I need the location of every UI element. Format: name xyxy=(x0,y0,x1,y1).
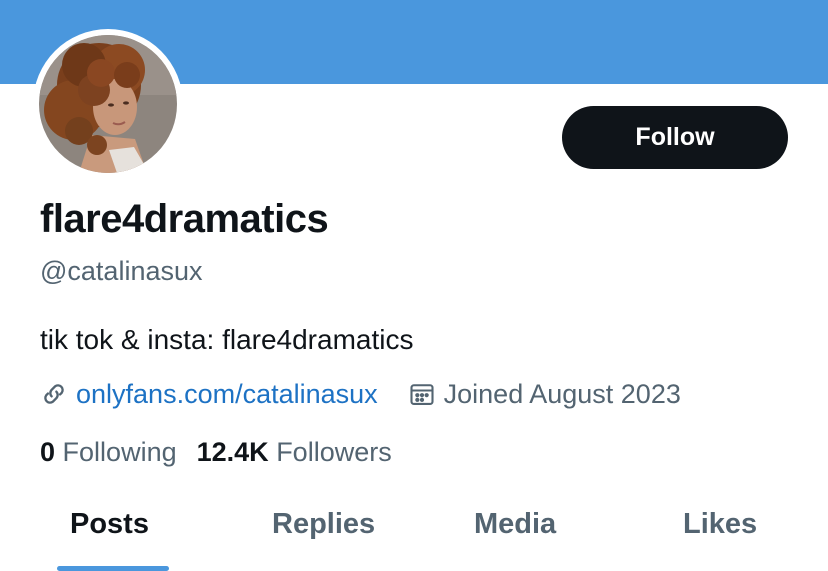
link-icon xyxy=(40,380,68,408)
followers-count: 12.4K xyxy=(196,437,269,467)
following-label: Following xyxy=(62,437,177,467)
profile-link[interactable]: onlyfans.com/catalinasux xyxy=(76,379,378,410)
following-stat[interactable]: 0 Following xyxy=(40,434,177,470)
tab-media[interactable]: Media xyxy=(474,508,556,541)
follow-button[interactable]: Follow xyxy=(562,106,788,169)
joined-label: Joined August 2023 xyxy=(443,378,681,409)
profile-tabs: Posts Replies Media Likes xyxy=(0,486,828,571)
followers-stat[interactable]: 12.4K Followers xyxy=(197,434,392,470)
joined-date: Joined August 2023 xyxy=(408,379,681,410)
profile-meta: onlyfans.com/catalinasux Joined August 2… xyxy=(40,374,681,414)
calendar-icon xyxy=(408,380,436,408)
tab-posts[interactable]: Posts xyxy=(70,508,149,541)
followers-label: Followers xyxy=(276,437,392,467)
avatar[interactable] xyxy=(33,29,183,179)
active-tab-indicator xyxy=(57,566,169,571)
follow-stats: 0 Following 12.4K Followers xyxy=(40,434,392,470)
bio: tik tok & insta: flare4dramatics xyxy=(40,324,414,355)
tab-replies[interactable]: Replies xyxy=(272,508,375,541)
handle: @catalinasux xyxy=(40,256,203,286)
avatar-image xyxy=(39,35,177,173)
tab-likes[interactable]: Likes xyxy=(683,508,757,541)
following-count: 0 xyxy=(40,437,56,467)
display-name: flare4dramatics xyxy=(40,197,329,241)
